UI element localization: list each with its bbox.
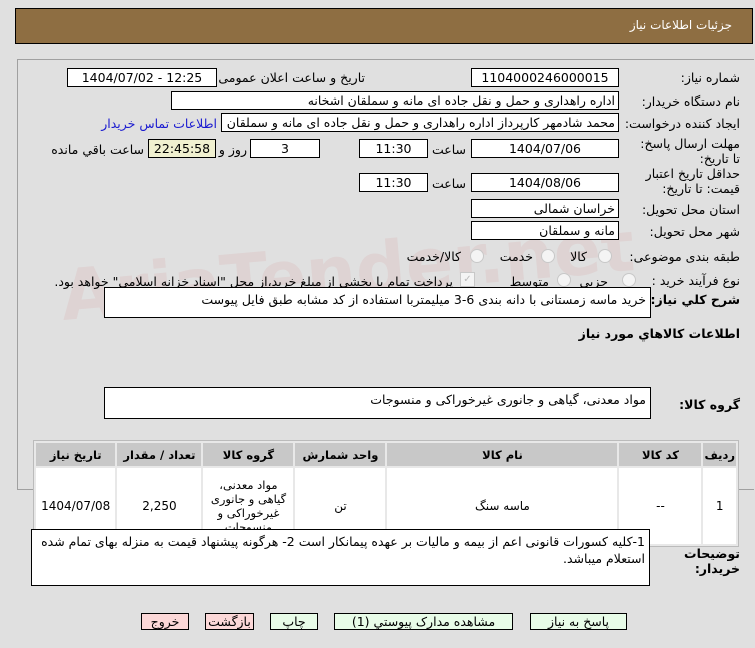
buyer-field: اداره راهداری و حمل و نقل جاده ای مانه و… [171,91,619,110]
col-row: ردیف [703,443,736,466]
group-label: گروه کالا: [679,397,740,412]
page-title: جزئیات اطلاعات نیاز [629,18,732,32]
validity-label: حداقل تاریخ اعتبار قیمت: تا تاریخ: [645,166,740,196]
category-radio-goods[interactable] [598,249,612,263]
goods-heading: اطلاعات کالاهاي مورد نیاز [578,326,740,341]
category-service-label: خدمت [499,249,533,264]
days-field: 3 [250,139,320,158]
province-field: خراسان شمالی [471,199,619,218]
page-header: جزئیات اطلاعات نیاز [15,8,753,44]
col-date: تاریخ نیاز [36,443,116,466]
col-code: کد کالا [619,443,702,466]
back-button[interactable]: بازگشت [205,613,254,630]
table-header-row: ردیف کد کالا نام کالا واحد شمارش گروه کا… [36,443,736,466]
province-label: استان محل تحویل: [641,202,740,217]
category-goods-label: کالا [570,249,587,264]
deadline-date-field: 1404/07/06 [471,139,619,158]
notes-label: توضیحات خریدار: [684,546,740,576]
group-textarea[interactable]: مواد معدنی، گیاهی و جانوری غیرخوراکی و م… [104,387,651,419]
description-textarea[interactable]: خرید ماسه زمستانی با دانه بندی 6-3 میلیم… [104,287,651,318]
col-unit: واحد شمارش [295,443,386,466]
category-label: طبقه بندی موضوعی: [629,249,740,264]
buyer-label: نام دستگاه خریدار: [641,94,740,109]
creator-field: محمد شادمهر کارپرداز اداره راهداری و حمل… [221,113,619,132]
exit-button[interactable]: خروج [141,613,189,630]
notes-textarea[interactable]: 1-کلیه کسورات قانونی اعم از بیمه و مالیا… [31,529,650,586]
deadline-label: مهلت ارسال پاسخ: تا تاریخ: [640,136,740,166]
col-qty: تعداد / مقدار [117,443,202,466]
need-number-field: 1104000246000015 [471,68,619,87]
creator-label: ایجاد کننده درخواست: [624,116,740,131]
category-radio-goods-service[interactable] [470,249,484,263]
announce-label: تاریخ و ساعت اعلان عمومی: [214,70,365,85]
validity-date-field: 1404/08/06 [471,173,619,192]
print-button[interactable]: چاپ [270,613,318,630]
treasury-checkbox[interactable]: ✓ [460,272,475,287]
city-field: مانه و سملقان [471,221,619,240]
cell-row: 1 [703,468,736,544]
announce-field: 1404/07/02 - 12:25 [67,68,217,87]
deadline-time-label: ساعت [431,142,466,157]
description-label: شرح کلي نیاز: [650,292,740,307]
category-radio-service[interactable] [541,249,555,263]
reply-button[interactable]: پاسخ به نیاز [530,613,627,630]
contact-buyer-link[interactable]: اطلاعات تماس خریدار [101,116,217,131]
col-name: نام کالا [387,443,618,466]
process-radio-medium[interactable] [557,273,571,287]
page: جزئیات اطلاعات نیاز AriaTender.net شماره… [0,0,755,648]
city-label: شهر محل تحویل: [649,224,740,239]
remaining-time-field: 22:45:58 [148,139,216,158]
days-label: روز و [218,142,247,157]
category-goods-service-label: کالا/خدمت [406,249,461,264]
validity-time-field: 11:30 [359,173,428,192]
process-label: نوع فرآیند خرید : [651,273,740,288]
remaining-label: ساعت باقي مانده [51,142,144,157]
attachments-button[interactable]: مشاهده مدارک پیوستي (1) [334,613,513,630]
process-radio-minor[interactable] [622,273,636,287]
need-number-label: شماره نیاز: [680,70,740,85]
col-group: گروه کالا [203,443,294,466]
deadline-time-field: 11:30 [359,139,428,158]
validity-time-label: ساعت [431,176,466,191]
